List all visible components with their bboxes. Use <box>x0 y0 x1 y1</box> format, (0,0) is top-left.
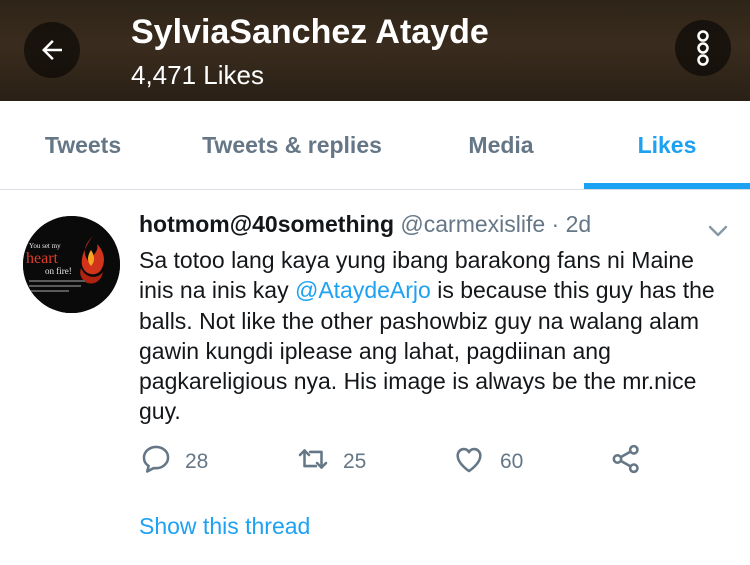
chevron-down-icon[interactable] <box>706 219 730 243</box>
tweet-text: Sa totoo lang kaya yung ibang barakong f… <box>139 245 724 427</box>
retweet-count: 25 <box>343 450 367 473</box>
heart-icon[interactable] <box>452 442 486 476</box>
profile-tabs: Tweets Tweets & replies Media Likes <box>0 101 750 190</box>
avatar-text-line3: on fire! <box>45 266 72 276</box>
avatar-image: You set my heart on fire! <box>23 216 120 313</box>
tweet-time[interactable]: 2d <box>566 211 592 237</box>
author-handle[interactable]: @carmexislife <box>400 211 545 237</box>
more-vertical-icon <box>697 30 709 66</box>
tweet-actions: 28 25 60 <box>0 442 750 482</box>
reply-count: 28 <box>185 450 209 473</box>
share-icon[interactable] <box>609 442 643 476</box>
more-options-button[interactable] <box>675 20 731 76</box>
profile-header: SylviaSanchez Atayde 4,471 Likes <box>0 0 750 101</box>
likes-count: 4,471 Likes <box>131 60 264 90</box>
arrow-left-icon <box>42 40 62 60</box>
active-tab-indicator <box>584 183 750 189</box>
show-thread-link[interactable]: Show this thread <box>139 513 310 540</box>
retweet-icon[interactable] <box>296 442 330 476</box>
avatar-text-line1: You set my <box>29 242 61 250</box>
mention-link[interactable]: @AtaydeArjo <box>295 277 431 303</box>
author-name[interactable]: hotmom@40something <box>139 211 394 237</box>
tab-likes[interactable]: Likes <box>584 101 750 189</box>
back-button[interactable] <box>24 22 80 78</box>
avatar[interactable]: You set my heart on fire! <box>23 216 120 313</box>
tab-tweets[interactable]: Tweets <box>0 101 166 189</box>
avatar-text-line2: heart <box>26 250 59 267</box>
separator-dot: · <box>551 211 560 237</box>
tab-media[interactable]: Media <box>418 101 584 189</box>
tweet-header: hotmom@40something @carmexislife · 2d <box>139 211 699 238</box>
reply-icon[interactable] <box>139 442 173 476</box>
like-count: 60 <box>500 450 524 473</box>
tab-tweets-and-replies[interactable]: Tweets & replies <box>166 101 418 189</box>
profile-name: SylviaSanchez Atayde <box>131 13 489 51</box>
